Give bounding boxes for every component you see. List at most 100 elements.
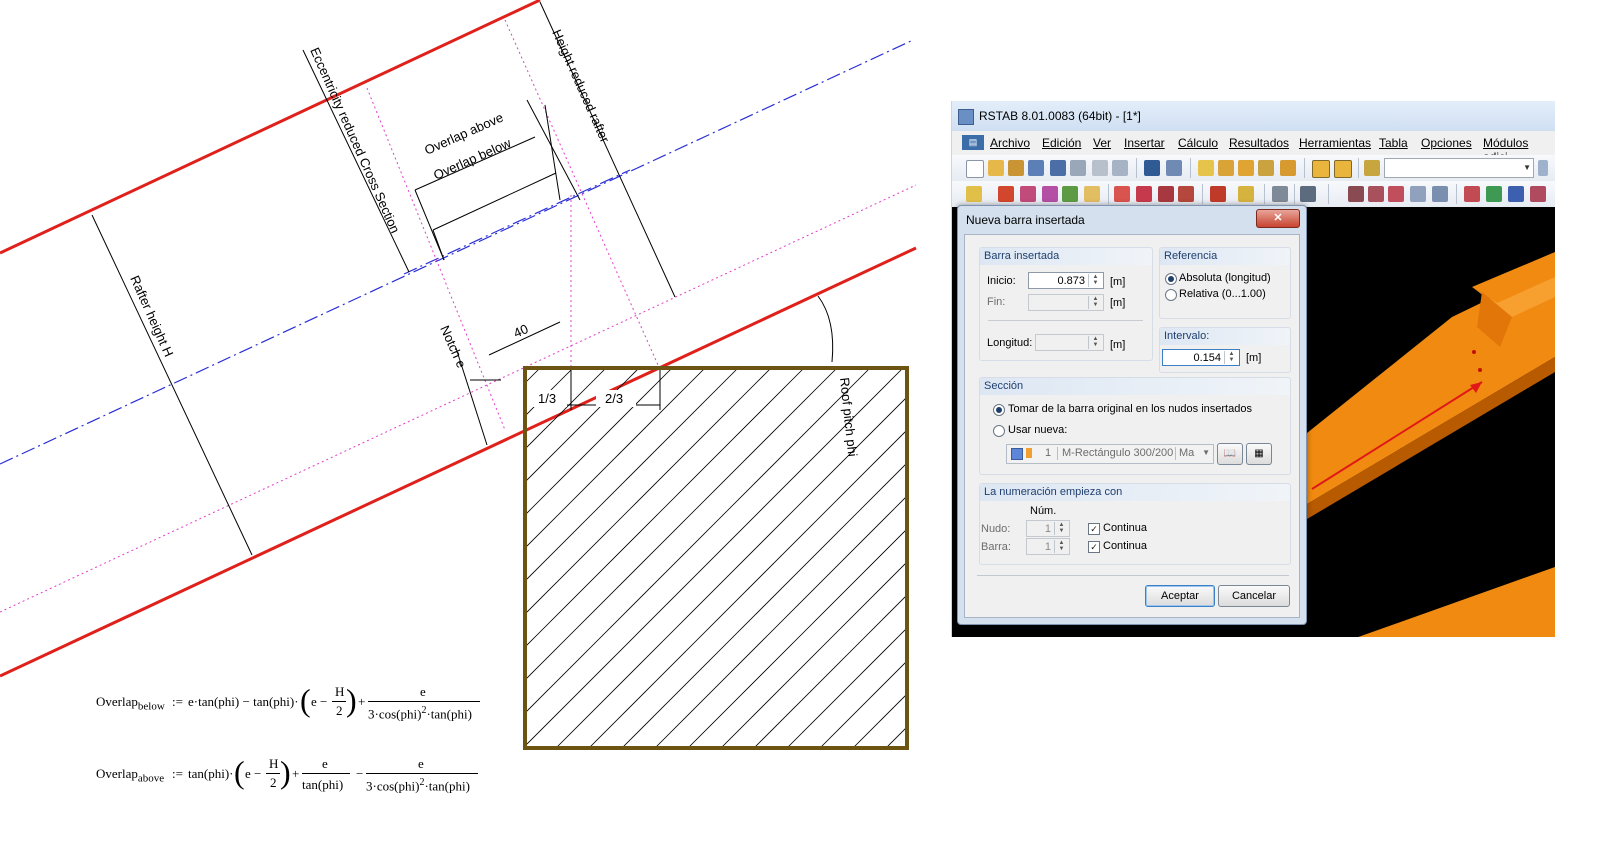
inicio-spinner[interactable]: ▲ ▼ bbox=[1088, 274, 1102, 287]
intervalo-input[interactable]: 0.154 ▲ ▼ bbox=[1162, 349, 1240, 366]
select-icon[interactable] bbox=[1348, 186, 1364, 202]
view-x-icon[interactable] bbox=[1464, 186, 1480, 202]
load-node-icon[interactable] bbox=[1114, 186, 1130, 202]
mdi-document-icon[interactable]: ▤ bbox=[962, 135, 984, 150]
menu-ver[interactable]: Ver bbox=[1093, 136, 1111, 150]
node-icon[interactable] bbox=[966, 186, 982, 202]
redo-icon[interactable] bbox=[1166, 160, 1182, 176]
usar-nueva-radio[interactable] bbox=[993, 425, 1005, 437]
zoom-window-icon[interactable] bbox=[1388, 186, 1404, 202]
member-split-icon[interactable] bbox=[1042, 186, 1058, 202]
fin-unit: [m] bbox=[1110, 297, 1126, 309]
longitud-input[interactable]: ▲ ▼ bbox=[1035, 334, 1104, 351]
inicio-input[interactable]: 0.873 ▲ ▼ bbox=[1028, 272, 1104, 289]
hinge-icon[interactable] bbox=[1084, 186, 1100, 202]
print-preview-icon[interactable] bbox=[1112, 160, 1128, 176]
view-next-icon[interactable] bbox=[1530, 186, 1546, 202]
dimension-icon[interactable] bbox=[1210, 186, 1226, 202]
view-y-icon[interactable] bbox=[1486, 186, 1502, 202]
section-library-button[interactable]: 📖 bbox=[1217, 443, 1243, 465]
rafter-axis-line bbox=[0, 39, 914, 465]
undo-icon[interactable] bbox=[1144, 160, 1160, 176]
menu-resultados[interactable]: Resultados bbox=[1229, 136, 1289, 150]
absoluta-label[interactable]: Absoluta (longitud) bbox=[1179, 272, 1271, 284]
fin-input[interactable]: ▲ ▼ bbox=[1028, 294, 1104, 311]
tools-toolbar bbox=[952, 181, 1555, 207]
section-combo[interactable]: 1 M-Rectángulo 300/200 Ma ▼ bbox=[1006, 444, 1214, 464]
module-icon[interactable] bbox=[1258, 160, 1274, 176]
relativa-label[interactable]: Relativa (0...1.00) bbox=[1179, 288, 1266, 300]
load-member-icon[interactable] bbox=[1136, 186, 1152, 202]
support-icon[interactable] bbox=[1062, 186, 1078, 202]
group-seccion: Sección Tomar de la barra original en lo… bbox=[979, 377, 1291, 475]
section-new-button[interactable]: ▦ bbox=[1246, 443, 1272, 465]
nudo-spinner[interactable]: ▲ ▼ bbox=[1054, 522, 1068, 535]
view-iso-icon[interactable] bbox=[1432, 186, 1448, 202]
dialog-close-button[interactable]: ✕ bbox=[1256, 209, 1300, 228]
nudo-continua-label[interactable]: Continua bbox=[1103, 522, 1147, 534]
grid-icon[interactable] bbox=[1272, 186, 1288, 202]
absoluta-radio[interactable] bbox=[1165, 273, 1177, 285]
barra-continua-label[interactable]: Continua bbox=[1103, 540, 1147, 552]
menu-insertar[interactable]: Insertar bbox=[1124, 136, 1165, 150]
save-icon[interactable] bbox=[1050, 160, 1066, 176]
menu-calculo[interactable]: Cálculo bbox=[1178, 136, 1218, 150]
open-folder-icon[interactable] bbox=[988, 160, 1004, 176]
group-numeracion: La numeración empieza con Núm. Nudo: 1 ▲ ▼… bbox=[979, 483, 1291, 565]
intervalo-spinner[interactable]: ▲ ▼ bbox=[1224, 351, 1238, 364]
member-icon[interactable] bbox=[998, 186, 1014, 202]
barra-continua-checkbox[interactable]: ✓ bbox=[1088, 541, 1100, 553]
open-model-icon[interactable] bbox=[1008, 160, 1024, 176]
print-icon[interactable] bbox=[1092, 160, 1108, 176]
results-icon[interactable] bbox=[1218, 160, 1234, 176]
aceptar-button[interactable]: Aceptar bbox=[1145, 585, 1215, 607]
intervalo-unit: [m] bbox=[1246, 352, 1262, 364]
inicio-unit: [m] bbox=[1110, 276, 1126, 288]
barra-input[interactable]: 1 ▲ ▼ bbox=[1026, 538, 1070, 555]
fin-spinner[interactable]: ▲ ▼ bbox=[1088, 296, 1102, 309]
table-view-icon[interactable] bbox=[1312, 160, 1330, 178]
move-icon[interactable] bbox=[1300, 186, 1316, 202]
tomar-original-label[interactable]: Tomar de la barra original en los nudos … bbox=[1008, 403, 1252, 415]
target-icon[interactable] bbox=[1238, 160, 1254, 176]
barra-spinner[interactable]: ▲ ▼ bbox=[1054, 540, 1068, 553]
zoom-icon[interactable] bbox=[1368, 186, 1384, 202]
usar-nueva-label[interactable]: Usar nueva: bbox=[1008, 424, 1067, 436]
load-case-icon[interactable] bbox=[1364, 160, 1380, 176]
inicio-label: Inicio: bbox=[987, 275, 1016, 287]
nudo-continua-checkbox[interactable]: ✓ bbox=[1088, 523, 1100, 535]
load-case-combo[interactable]: ▼ bbox=[1384, 158, 1534, 178]
annotation-icon[interactable] bbox=[1238, 186, 1254, 202]
cancelar-button[interactable]: Cancelar bbox=[1218, 585, 1290, 607]
archive-icon[interactable] bbox=[1070, 160, 1086, 176]
menu-opciones[interactable]: Opciones bbox=[1421, 136, 1472, 150]
menu-archivo[interactable]: Archivo bbox=[990, 136, 1030, 150]
view-3d-icon[interactable] bbox=[1410, 186, 1426, 202]
menu-tabla[interactable]: Tabla bbox=[1379, 136, 1408, 150]
chevron-down-icon[interactable]: ▼ bbox=[1202, 448, 1210, 457]
prev-arrow-icon[interactable] bbox=[1538, 160, 1548, 176]
calculate-icon[interactable] bbox=[1198, 160, 1214, 176]
nudo-input[interactable]: 1 ▲ ▼ bbox=[1026, 520, 1070, 537]
new-file-icon[interactable] bbox=[966, 160, 984, 178]
cube-icon[interactable] bbox=[1028, 160, 1044, 176]
num-column-header: Núm. bbox=[1030, 505, 1057, 517]
group-header-numeracion: La numeración empieza con bbox=[980, 484, 1290, 501]
menu-herramientas[interactable]: Herramientas bbox=[1299, 136, 1371, 150]
window-icon[interactable] bbox=[1280, 160, 1296, 176]
load-dist-icon[interactable] bbox=[1158, 186, 1174, 202]
group-barra-insertada: Barra insertada Inicio: 0.873 ▲ ▼ [m] Fin:… bbox=[979, 247, 1153, 361]
rstab-app-icon bbox=[958, 109, 974, 125]
longitud-spinner[interactable]: ▲ ▼ bbox=[1088, 336, 1102, 349]
formula-overlap-above: Overlapabove := tan(phi)· ( e − H 2 ) + … bbox=[96, 756, 496, 802]
view-z-icon[interactable] bbox=[1508, 186, 1524, 202]
member-divide-icon[interactable] bbox=[1020, 186, 1036, 202]
tomar-original-radio[interactable] bbox=[993, 404, 1005, 416]
load-set-icon[interactable] bbox=[1178, 186, 1194, 202]
panel-view-icon[interactable] bbox=[1334, 160, 1352, 178]
relativa-radio[interactable] bbox=[1165, 289, 1177, 301]
rafter-top-edge bbox=[0, 0, 541, 255]
section-color-swatch-blue bbox=[1011, 448, 1023, 460]
menu-edicion[interactable]: Edición bbox=[1042, 136, 1081, 150]
rstab-titlebar[interactable]: RSTAB 8.01.0083 (64bit) - [1*] bbox=[952, 101, 1555, 131]
